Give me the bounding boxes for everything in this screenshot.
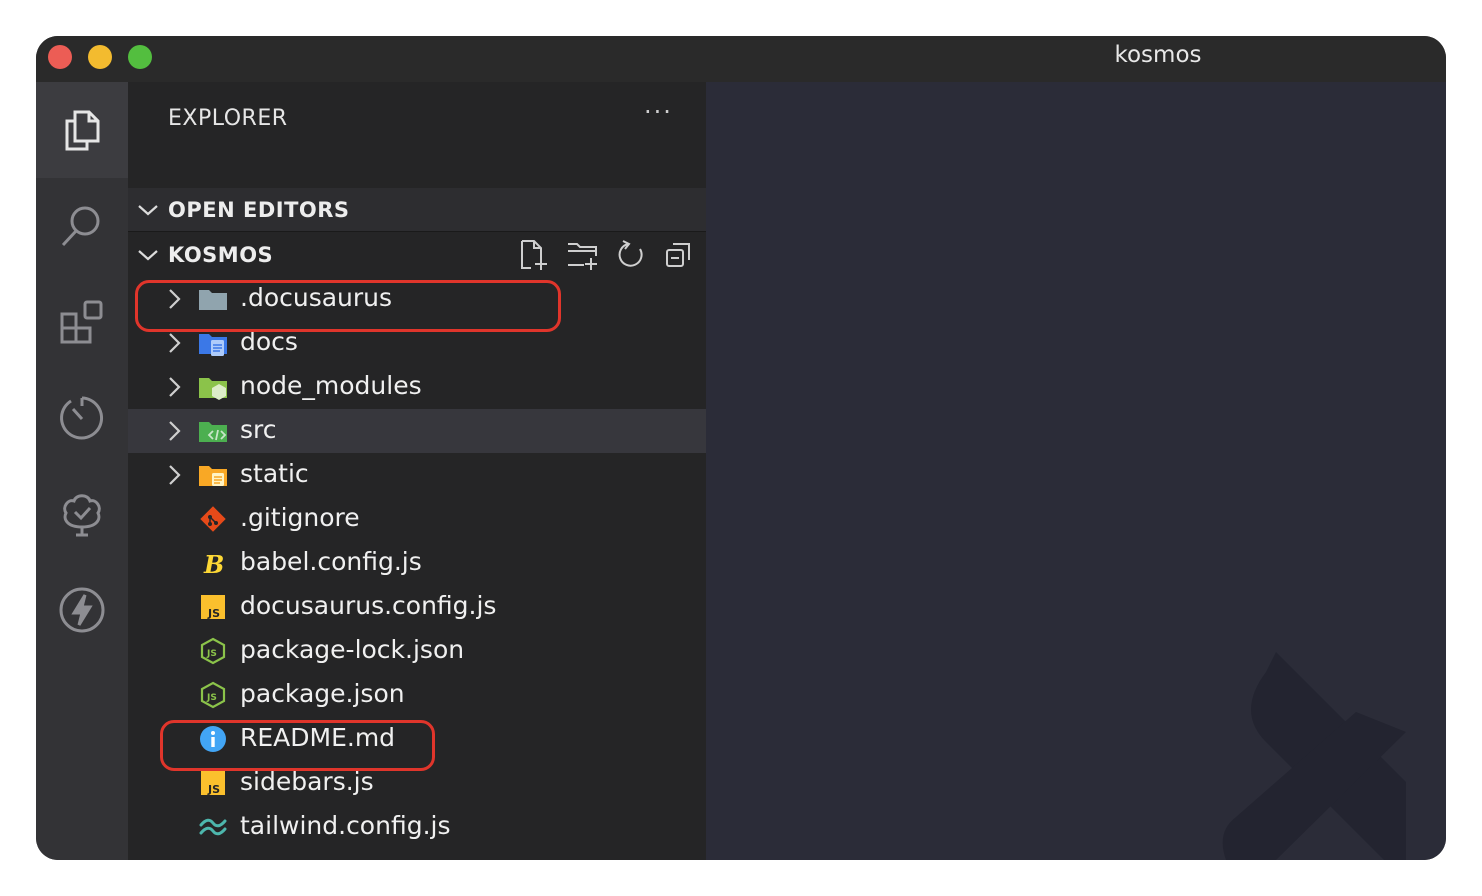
tailwind-icon [199,818,227,836]
git-icon [200,506,226,532]
tree-item-label: node_modules [240,371,422,400]
highlight-docs-annotation [135,280,561,332]
tree-item-label: docusaurus.config.js [240,591,497,620]
title-bar: kosmos [36,36,1446,82]
babel-icon: B [203,550,224,578]
tree-item-label: package-lock.json [240,635,465,664]
folder-node-icon [199,378,227,400]
app-window: kosmos EXPLORER ··· OPEN EDITORS KOSMOS … [36,36,1446,860]
chevron-down-icon [138,204,158,215]
extensions-icon [60,300,103,344]
nodejs-icon: JS [200,681,226,709]
vscode-watermark-icon [1222,652,1406,860]
folder-static-icon [199,466,227,486]
chevron-right-icon [169,465,181,485]
tree-check-icon [63,494,101,537]
tree-item-static[interactable]: static [128,453,706,497]
svg-text:JS: JS [207,607,220,620]
new-file-icon[interactable] [518,239,552,271]
more-actions-button[interactable]: ··· [644,98,673,126]
tree-item-docusaurus-config[interactable]: JS docusaurus.config.js [128,585,706,629]
chevron-right-icon [169,333,181,353]
svg-text:JS: JS [207,783,220,796]
open-editors-label: OPEN EDITORS [168,197,350,222]
svg-text:B: B [203,550,224,578]
project-label: KOSMOS [168,243,274,267]
window-title: kosmos [1114,42,1202,68]
files-icon [65,110,100,151]
tree-item-label: babel.config.js [240,547,422,576]
tree-item-label: tailwind.config.js [240,811,451,840]
explorer-title: EXPLORER [168,106,288,131]
tree-item-package-json[interactable]: JS package.json [128,673,706,717]
editor-area [706,82,1446,860]
tree-item-label: static [240,459,309,488]
chevron-right-icon [169,421,181,441]
activity-search[interactable] [36,178,128,274]
activity-explorer[interactable] [36,82,128,178]
open-editors-header[interactable]: OPEN EDITORS [128,188,706,232]
svg-text:JS: JS [206,649,217,659]
js-icon: JS [201,595,225,620]
js-icon: JS [201,771,225,796]
timer-icon [60,396,103,440]
folder-src-icon [199,422,227,442]
activity-extensions[interactable] [36,274,128,370]
tree-item-tailwind-config[interactable]: tailwind.config.js [128,805,706,849]
tree-item-src[interactable]: src [128,409,706,453]
tree-item-package-lock[interactable]: JS package-lock.json [128,629,706,673]
tree-item-label: src [240,415,277,444]
collapse-all-icon[interactable] [662,239,696,271]
tree-item-babel-config[interactable]: B babel.config.js [128,541,706,585]
folder-docs-icon [199,334,227,356]
svg-text:JS: JS [206,693,217,703]
chevron-down-icon [138,250,158,261]
chevron-right-icon [169,377,181,397]
tree-item-label: package.json [240,679,405,708]
activity-timer[interactable] [36,370,128,466]
activity-lightning[interactable] [36,562,128,658]
project-header[interactable]: KOSMOS [128,233,706,277]
activity-tree[interactable] [36,466,128,562]
tree-item-gitignore[interactable]: .gitignore [128,497,706,541]
refresh-icon[interactable] [614,239,648,271]
tree-item-label: sidebars.js [240,767,374,796]
new-folder-icon[interactable] [566,239,600,271]
nodejs-icon: JS [200,637,226,665]
activity-bar [36,82,128,860]
tree-item-label: .gitignore [240,503,360,532]
search-icon [61,206,100,247]
lightning-icon [59,587,105,633]
tree-item-node-modules[interactable]: node_modules [128,365,706,409]
highlight-sidebars-annotation [160,720,435,771]
